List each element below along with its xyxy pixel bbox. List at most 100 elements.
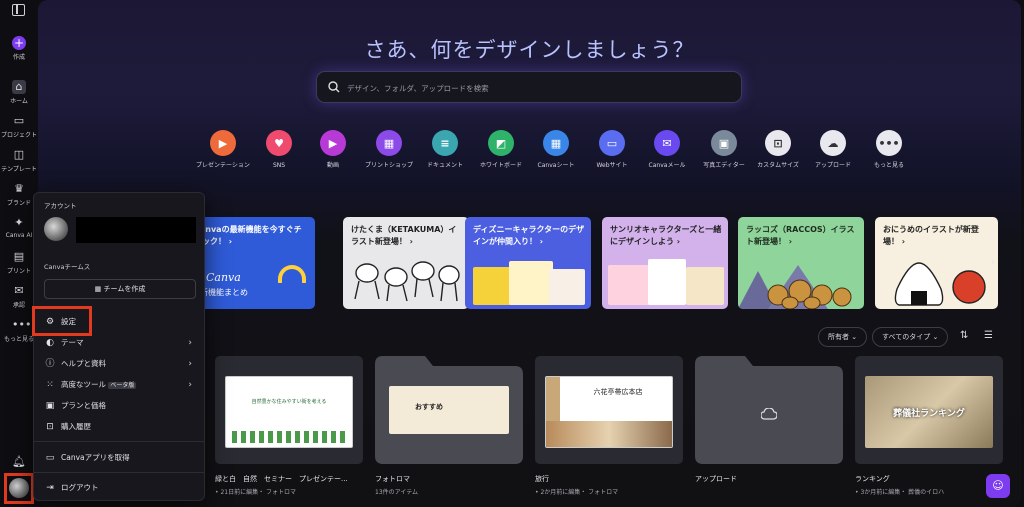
chevron-down-icon: ⌄ (851, 333, 858, 341)
account-heading: アカウント (44, 202, 77, 210)
account-menu: アカウント Canvaチームス ▦ チームを作成 ⚙ 設定 ◐ テーマ › ⓘ ヘルプと… (33, 192, 205, 501)
rail-home[interactable]: ⌂ ホーム (0, 80, 38, 105)
menu-item-plans[interactable]: ▣ プランと価格 (44, 398, 194, 414)
menu-item-help[interactable]: ⓘ ヘルプと資料 › (44, 356, 194, 372)
banner-raccos[interactable]: ラッコズ（RACCOS）イラスト新登場！ › (738, 217, 864, 309)
design-card[interactable]: 六花亭帯広本店 (535, 356, 683, 464)
quick-action[interactable]: ▦ Canvaシート (529, 130, 583, 170)
chevron-right-icon: › (188, 380, 192, 390)
menu-item-get-app[interactable]: ▭ Canvaアプリを取得 (44, 450, 194, 466)
logout-icon: ⇥ (46, 483, 54, 493)
create-team-button[interactable]: ▦ チームを作成 (44, 279, 196, 299)
banner-disney[interactable]: ディズニーキャラクターのデザインが仲間入り！ › (465, 217, 591, 309)
owner-filter-label: 所有者 (828, 333, 849, 341)
banner-oniume[interactable]: おにうめのイラストが新登場！ › (875, 217, 998, 309)
banner-title: おにうめのイラストが新登場！ › (883, 225, 979, 246)
design-card[interactable]: 自然豊かな住みやすい街を考える (215, 356, 363, 464)
banner-new-features[interactable]: Canvaの最新機能を今すぐチェック！ › Canva 新機能まとめ (186, 217, 315, 309)
oniume-illustration (894, 262, 986, 306)
quick-action[interactable]: ≡ ドキュメント (418, 130, 472, 170)
quick-action[interactable]: ⊡ カスタムサイズ (751, 130, 805, 170)
briefcase-icon: ▣ (45, 401, 55, 411)
card-title: アップロード (695, 475, 737, 483)
app-window: + 作成 ⌂ ホーム ▭ プロジェクト ◫ テンプレート ♛ ブランド ✦ Ca… (0, 0, 1024, 507)
quick-action-label: Canvaメール (648, 162, 686, 169)
banner-sanrio[interactable]: サンリオキャラクターズと一緒にデザインしよう › (602, 217, 728, 309)
menu-item-advanced-tools[interactable]: ⁙ 高度なツール ベータ版 › (44, 377, 194, 393)
banner-title: ラッコズ（RACCOS）イラスト新登場！ › (746, 225, 855, 246)
ketakuma-illustration (354, 261, 460, 302)
folder-icon: ▭ (13, 114, 25, 127)
menu-item-theme[interactable]: ◐ テーマ › (44, 335, 194, 351)
advanced-label: 高度なツール (61, 380, 106, 389)
sanrio-poster-2 (648, 259, 686, 305)
card-meta: • 21日前に編集・ フォトロマ (215, 489, 296, 496)
teams-heading: Canvaチームス (44, 263, 91, 271)
quick-action[interactable]: ▦ プリントショップ (362, 130, 416, 170)
quick-action-label: アップロード (814, 162, 851, 169)
create-team-label: チームを作成 (103, 285, 146, 293)
menu-item-logout[interactable]: ⇥ ログアウト (44, 480, 194, 496)
assistant-bot-icon[interactable]: ☺ (986, 474, 1010, 498)
search-input[interactable] (347, 78, 727, 98)
quick-action[interactable]: ▶ プレゼンテーション (196, 130, 250, 170)
folder-card[interactable]: おすすめ (375, 356, 523, 464)
rail-brand-label: ブランド (6, 200, 31, 207)
beta-badge: ベータ版 (108, 382, 137, 389)
upload-icon: ☁ (820, 130, 846, 156)
quick-action[interactable]: ✉ Canvaメール (640, 130, 694, 170)
presentation-icon: ▶ (210, 130, 236, 156)
menu-divider (34, 441, 204, 442)
card-meta: 13件のアイテム (375, 489, 419, 496)
quick-action-label: Canvaシート (537, 162, 575, 169)
list-view-icon[interactable]: ☰ (984, 330, 993, 341)
quick-action-label: ホワイトボード (479, 162, 522, 169)
plus-icon: + (12, 36, 26, 50)
rail-templates[interactable]: ◫ テンプレート (0, 148, 38, 173)
rail-projects[interactable]: ▭ プロジェクト (0, 114, 38, 139)
folder-card[interactable] (695, 356, 843, 464)
quick-action[interactable]: ••• もっと見る (862, 130, 916, 170)
info-icon: ⓘ (45, 359, 55, 369)
sort-icon[interactable]: ⇅ (960, 330, 968, 341)
card-meta: • 3か月前に編集・ 葬儀のイロハ (855, 489, 945, 496)
banner-ketakuma[interactable]: けたくま（KETAKUMA）イラスト新登場！ › (343, 217, 469, 309)
quick-action[interactable]: ◩ ホワイトボード (474, 130, 528, 170)
rail-more-label: もっと見る (3, 336, 34, 343)
raccos-illustration (738, 265, 852, 309)
quick-action[interactable]: ▭ Webサイト (585, 130, 639, 170)
grid-icon: ⁙ (46, 380, 54, 390)
print-icon: ▦ (376, 130, 402, 156)
quick-action[interactable]: ☁ アップロード (806, 130, 860, 170)
quick-action[interactable]: ♥ SNS (252, 130, 306, 170)
avatar (44, 217, 68, 241)
document-icon: ≡ (432, 130, 458, 156)
canva-logo: Canva (206, 271, 241, 284)
search-bar[interactable] (316, 71, 742, 103)
disney-poster-2 (509, 261, 553, 305)
quick-action-label: 動画 (326, 162, 339, 169)
menu-item-purchase-history[interactable]: ⊡ 購入履歴 (44, 419, 194, 435)
owner-filter[interactable]: 所有者 ⌄ (818, 327, 868, 347)
quick-action[interactable]: ▣ 写真エディター (697, 130, 751, 170)
settings-highlight (32, 306, 92, 336)
quick-action[interactable]: ▶ 動画 (306, 130, 360, 170)
design-card[interactable]: 葬儀社ランキング (855, 356, 1003, 464)
sidebar-toggle-icon[interactable] (12, 4, 25, 16)
team-icon: ▦ (94, 285, 102, 293)
rail-canva-ai-label: Canva AI (5, 232, 33, 239)
rail-create[interactable]: + 作成 (0, 36, 38, 61)
website-icon: ▭ (599, 130, 625, 156)
search-icon (328, 81, 340, 93)
card-title: ランキング (855, 475, 890, 483)
type-filter[interactable]: すべてのタイプ ⌄ (872, 327, 949, 347)
quick-action-label: SNS (272, 162, 286, 169)
rainbow-icon (278, 265, 306, 283)
account-name-redacted (76, 217, 196, 243)
template-icon: ◫ (13, 148, 25, 161)
carousel-next-icon[interactable]: › (991, 257, 995, 268)
chevron-right-icon: › (188, 359, 192, 369)
chevron-down-icon: ⌄ (932, 333, 939, 341)
bell-icon[interactable]: 🔔︎ (12, 455, 26, 469)
card-meta: • 2か月前に編集・ フォトロマ (535, 489, 619, 496)
